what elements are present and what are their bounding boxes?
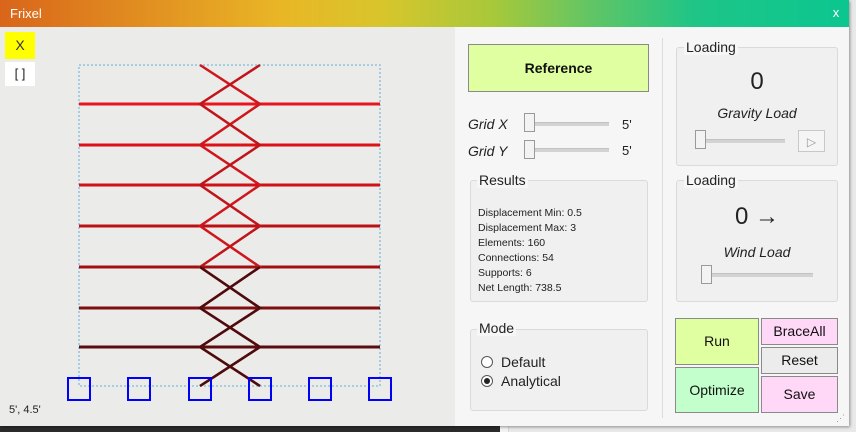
grid-y-slider-thumb[interactable] bbox=[524, 140, 535, 159]
window-title: Frixel bbox=[10, 6, 42, 21]
mode-option-label: Default bbox=[501, 354, 546, 370]
play-button[interactable]: ▷ bbox=[798, 130, 825, 152]
result-line: Displacement Max: 3 bbox=[478, 222, 577, 234]
results-list: Displacement Min: 0.5 Displacement Max: … bbox=[478, 206, 582, 296]
frame-structure[interactable] bbox=[0, 27, 455, 426]
save-button[interactable]: Save bbox=[761, 376, 838, 413]
results-title: Results bbox=[477, 172, 528, 188]
optimize-button[interactable]: Optimize bbox=[675, 367, 759, 413]
grid-y-slider-track[interactable] bbox=[525, 148, 609, 152]
gravity-slider-track[interactable] bbox=[697, 139, 785, 143]
gravity-slider-thumb[interactable] bbox=[695, 130, 706, 149]
panel-divider bbox=[662, 38, 663, 418]
reference-button[interactable]: Reference bbox=[468, 44, 649, 92]
grid-x-slider-thumb[interactable] bbox=[524, 113, 535, 132]
radio-analytical[interactable] bbox=[481, 375, 493, 387]
wind-value: 0 → bbox=[734, 203, 779, 230]
radio-default[interactable] bbox=[481, 356, 493, 368]
mode-option-default[interactable]: Default bbox=[481, 354, 545, 370]
result-line: Elements: 160 bbox=[478, 237, 546, 249]
grid-x-label: Grid X bbox=[468, 116, 508, 132]
result-line: Net Length: 738.5 bbox=[478, 282, 562, 294]
support-marker[interactable] bbox=[127, 377, 151, 401]
support-marker[interactable] bbox=[308, 377, 332, 401]
app-window: Frixel x X [] 5', 4.5' Reference Grid X… bbox=[0, 0, 849, 426]
title-bar: Frixel x bbox=[0, 0, 849, 27]
run-button[interactable]: Run bbox=[675, 318, 759, 365]
result-line: Supports: 6 bbox=[478, 267, 532, 279]
support-marker[interactable] bbox=[67, 377, 91, 401]
columns bbox=[137, 65, 322, 379]
wind-slider-track[interactable] bbox=[702, 273, 813, 277]
gravity-value: 0 bbox=[750, 68, 764, 95]
gravity-loading-title: Loading bbox=[684, 39, 738, 55]
mode-option-analytical[interactable]: Analytical bbox=[481, 373, 561, 389]
grid-y-label: Grid Y bbox=[468, 143, 508, 159]
beams bbox=[79, 102, 380, 349]
resize-grip-icon[interactable]: ⋰ bbox=[836, 413, 847, 424]
delete-tool-button[interactable]: X bbox=[5, 32, 35, 59]
close-button[interactable]: x bbox=[829, 5, 843, 20]
wind-slider-thumb[interactable] bbox=[701, 265, 712, 284]
frame-tool-button[interactable]: [ ] bbox=[5, 62, 35, 86]
mode-group bbox=[470, 329, 648, 411]
grid-x-value: 5' bbox=[622, 117, 632, 132]
result-line: Displacement Min: 0.5 bbox=[478, 207, 582, 219]
brace bbox=[197, 265, 263, 388]
supports bbox=[67, 377, 392, 401]
result-line: Connections: 54 bbox=[478, 252, 554, 264]
brace-all-button[interactable]: BraceAll bbox=[761, 318, 838, 345]
mode-title: Mode bbox=[477, 320, 517, 336]
play-icon: ▷ bbox=[806, 135, 817, 149]
wind-load-label: Wind Load bbox=[723, 244, 791, 260]
grid-x-slider-track[interactable] bbox=[525, 122, 609, 126]
cursor-coordinates: 5', 4.5' bbox=[9, 404, 41, 416]
reset-button[interactable]: Reset bbox=[761, 347, 838, 374]
wind-loading-title: Loading bbox=[684, 172, 738, 188]
grid-y-value: 5' bbox=[622, 143, 632, 158]
mode-option-label: Analytical bbox=[501, 373, 561, 389]
gravity-load-label: Gravity Load bbox=[717, 105, 797, 121]
